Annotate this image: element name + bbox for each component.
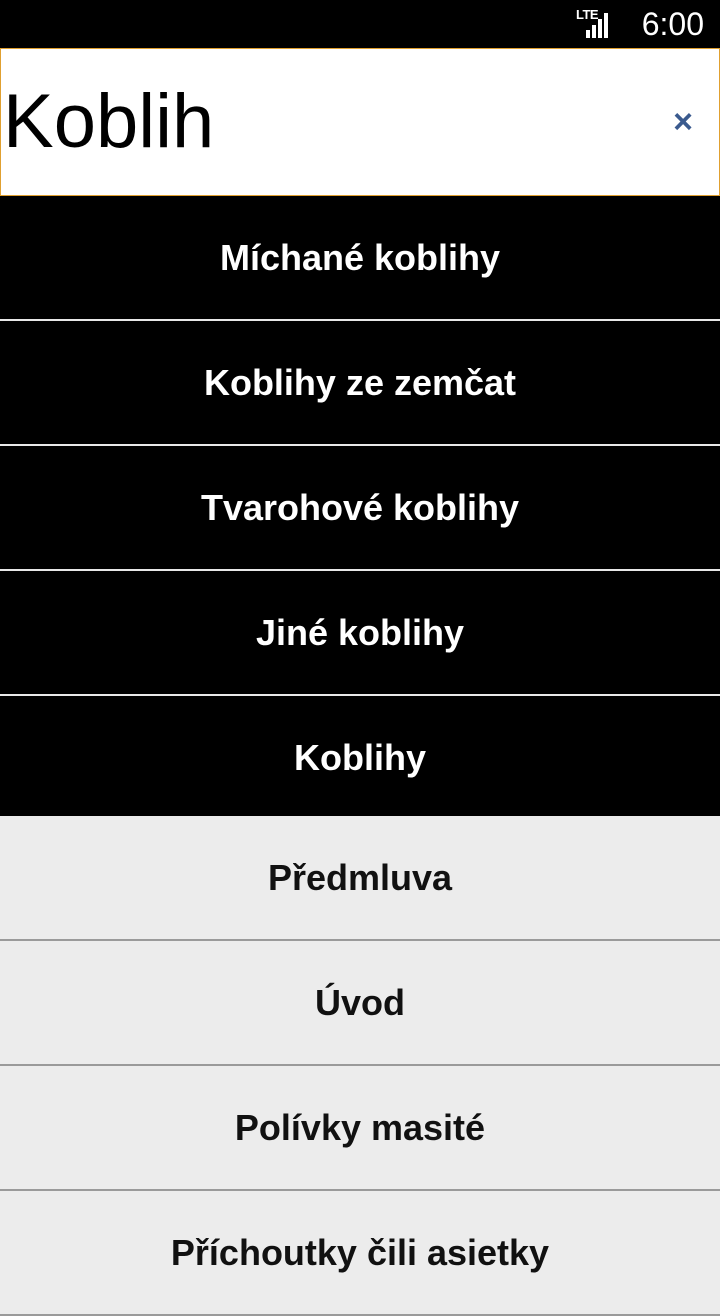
search-input[interactable]: Koblih — [3, 77, 214, 167]
chapter-item[interactable]: Předmluva — [0, 816, 720, 941]
chapter-item[interactable]: Polívky masité — [0, 1066, 720, 1191]
clock: 6:00 — [641, 6, 704, 42]
signal-icon — [586, 13, 608, 38]
search-result-item[interactable]: Jiné koblihy — [0, 571, 720, 696]
search-result-item[interactable]: Koblihy ze zemčat — [0, 321, 720, 446]
chapter-list: Předmluva Úvod Polívky masité Příchoutky… — [0, 816, 720, 1316]
status-bar: LTE 6:00 — [0, 0, 720, 48]
chapter-item[interactable]: Příchoutky čili asietky — [0, 1191, 720, 1316]
search-result-item[interactable]: Míchané koblihy — [0, 196, 720, 321]
close-icon: × — [673, 102, 693, 141]
search-result-item[interactable]: Koblihy — [0, 696, 720, 819]
search-result-item[interactable]: Tvarohové koblihy — [0, 446, 720, 571]
search-results-list: Míchané koblihy Koblihy ze zemčat Tvaroh… — [0, 196, 720, 819]
chapter-item[interactable]: Úvod — [0, 941, 720, 1066]
search-field[interactable]: Koblih × — [0, 48, 720, 196]
clear-search-button[interactable]: × — [663, 99, 703, 145]
